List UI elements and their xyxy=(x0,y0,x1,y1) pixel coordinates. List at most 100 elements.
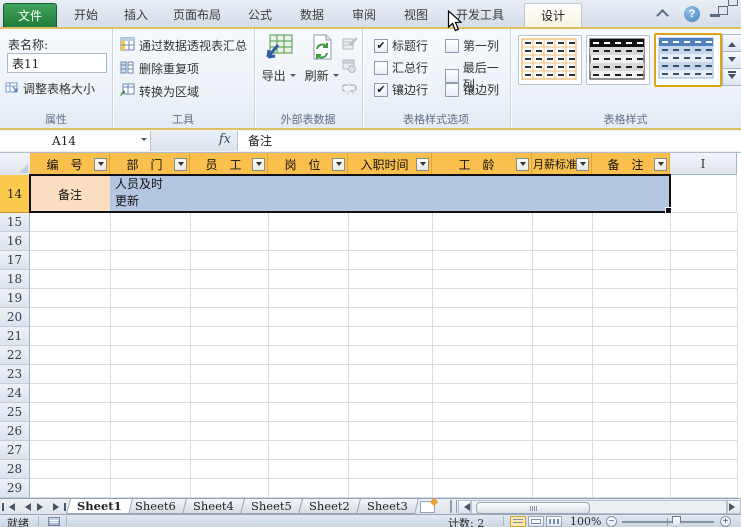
checkbox-banded-columns[interactable]: 镶边列 xyxy=(445,81,499,98)
sheet-tab-sheet6[interactable]: Sheet6 xyxy=(124,499,187,514)
macro-record-icon[interactable] xyxy=(48,517,60,526)
column-header-f[interactable]: 工 龄 xyxy=(432,153,532,175)
sheet-tab-sheet5[interactable]: Sheet5 xyxy=(240,499,303,514)
filter-dropdown-icon[interactable] xyxy=(654,158,667,171)
column-header-g[interactable]: 月薪标准 xyxy=(532,153,592,175)
cell-b14-merged[interactable]: 人员及时 更新 xyxy=(110,175,670,213)
row-header[interactable]: 15 xyxy=(0,213,30,232)
cell-i14[interactable] xyxy=(671,175,737,213)
row-header[interactable]: 29 xyxy=(0,479,30,498)
column-header-i[interactable]: I xyxy=(670,153,737,175)
refresh-button[interactable]: 刷新 xyxy=(303,33,341,109)
select-all-corner[interactable] xyxy=(0,153,31,176)
name-box[interactable]: A14 xyxy=(0,131,151,151)
collapse-ribbon-icon[interactable] xyxy=(658,6,667,22)
hscroll-right-icon[interactable] xyxy=(727,500,741,514)
row-header[interactable]: 23 xyxy=(0,365,30,384)
tab-formulas[interactable]: 公式 xyxy=(236,3,284,27)
column-header-e[interactable]: 入职时间 xyxy=(348,153,432,175)
cell-a14[interactable]: 备注 xyxy=(30,175,110,213)
worksheet-grid[interactable]: 15 16 17 18 19 20 21 22 23 24 25 26 27 2… xyxy=(0,213,741,498)
horizontal-scrollbar[interactable] xyxy=(471,500,727,514)
row-header[interactable]: 21 xyxy=(0,327,30,346)
convert-to-range-button[interactable]: 转换为区域 xyxy=(120,83,199,100)
sheet-tab-sheet3[interactable]: Sheet3 xyxy=(356,499,419,514)
fx-icon[interactable]: fx xyxy=(219,132,231,147)
column-header-d[interactable]: 岗 位 xyxy=(268,153,348,175)
help-icon[interactable]: ? xyxy=(684,6,700,22)
column-header-h[interactable]: 备 注 xyxy=(592,153,670,175)
tab-review[interactable]: 审阅 xyxy=(340,3,388,27)
sheet-tab-sheet1[interactable]: Sheet1 xyxy=(66,499,132,514)
table-style-thumbnail-light[interactable] xyxy=(518,35,582,85)
name-box-dropdown-icon[interactable] xyxy=(141,138,147,144)
resize-table-button[interactable]: 调整表格大小 xyxy=(5,80,95,97)
zoom-in-icon[interactable]: + xyxy=(720,516,731,527)
zoom-slider-thumb[interactable] xyxy=(672,516,681,527)
zoom-out-icon[interactable]: − xyxy=(606,516,617,527)
checkbox-header-row[interactable]: ✔ 标题行 xyxy=(374,37,428,54)
tab-design[interactable]: 设计 xyxy=(524,3,582,28)
table-name-input[interactable]: 表11 xyxy=(7,53,107,73)
filter-dropdown-icon[interactable] xyxy=(174,158,187,171)
column-header-c[interactable]: 员 工 xyxy=(190,153,268,175)
table-style-thumbnail-blue-selected[interactable] xyxy=(654,33,722,87)
checkbox-total-row[interactable]: 汇总行 xyxy=(374,59,428,76)
gallery-scroll-down-icon[interactable] xyxy=(722,51,741,69)
filter-dropdown-icon[interactable] xyxy=(332,158,345,171)
tab-split-handle[interactable] xyxy=(450,500,457,513)
export-button[interactable]: 导出 xyxy=(257,33,301,109)
tab-developer[interactable]: 开发工具 xyxy=(444,3,516,27)
sheet-tab-sheet4[interactable]: Sheet4 xyxy=(182,499,245,514)
row-header[interactable]: 28 xyxy=(0,460,30,479)
checkbox-banded-rows[interactable]: ✔ 镶边行 xyxy=(374,81,428,98)
tab-view[interactable]: 视图 xyxy=(392,3,440,27)
table-style-thumbnail-dark[interactable] xyxy=(586,35,650,85)
row-header[interactable]: 22 xyxy=(0,346,30,365)
page-layout-view-icon[interactable] xyxy=(528,516,544,527)
insert-worksheet-icon[interactable] xyxy=(420,501,435,513)
page-break-view-icon[interactable] xyxy=(546,516,562,527)
open-in-browser-icon[interactable] xyxy=(342,59,357,73)
filter-dropdown-icon[interactable] xyxy=(94,158,107,171)
checkbox-first-column[interactable]: 第一列 xyxy=(445,37,499,54)
row-header[interactable]: 20 xyxy=(0,308,30,327)
tab-insert[interactable]: 插入 xyxy=(112,3,160,27)
column-header-a[interactable]: 编 号 xyxy=(30,153,110,175)
row-header-14[interactable]: 14 xyxy=(0,175,30,213)
summarize-pivottable-button[interactable]: 通过数据透视表汇总 xyxy=(120,37,247,54)
row-header[interactable]: 18 xyxy=(0,270,30,289)
tab-data[interactable]: 数据 xyxy=(288,3,336,27)
normal-view-icon[interactable] xyxy=(510,516,526,527)
row-header[interactable]: 27 xyxy=(0,441,30,460)
row-header[interactable]: 25 xyxy=(0,403,30,422)
data-range-properties-icon[interactable] xyxy=(342,36,357,50)
last-sheet-icon[interactable] xyxy=(53,503,66,511)
previous-sheet-icon[interactable] xyxy=(21,503,31,511)
horizontal-scrollbar-thumb[interactable] xyxy=(476,502,590,514)
row-header[interactable]: 26 xyxy=(0,422,30,441)
unlink-icon[interactable] xyxy=(342,82,357,96)
column-header-b[interactable]: 部 门 xyxy=(110,153,190,175)
gallery-more-icon[interactable] xyxy=(722,68,741,86)
next-sheet-icon[interactable] xyxy=(37,503,47,511)
filter-dropdown-icon[interactable] xyxy=(252,158,265,171)
row-header[interactable]: 24 xyxy=(0,384,30,403)
tab-file[interactable]: 文件 xyxy=(3,3,57,28)
tab-home[interactable]: 开始 xyxy=(62,3,110,27)
filter-dropdown-icon[interactable] xyxy=(576,158,589,171)
gallery-scroll-up-icon[interactable] xyxy=(722,34,741,52)
filter-dropdown-icon[interactable] xyxy=(416,158,429,171)
hscroll-left-icon[interactable] xyxy=(458,500,471,514)
sheet-tab-sheet2[interactable]: Sheet2 xyxy=(298,499,361,514)
zoom-level[interactable]: 100% xyxy=(570,515,601,527)
tab-page-layout[interactable]: 页面布局 xyxy=(162,3,232,27)
formula-input[interactable]: 备注 xyxy=(238,131,741,151)
row-header[interactable]: 19 xyxy=(0,289,30,308)
remove-duplicates-button[interactable]: 删除重复项 xyxy=(120,60,199,77)
zoom-slider-track[interactable] xyxy=(622,521,714,523)
first-sheet-icon[interactable] xyxy=(2,503,15,511)
row-header[interactable]: 16 xyxy=(0,232,30,251)
row-header[interactable]: 17 xyxy=(0,251,30,270)
filter-dropdown-icon[interactable] xyxy=(516,158,529,171)
